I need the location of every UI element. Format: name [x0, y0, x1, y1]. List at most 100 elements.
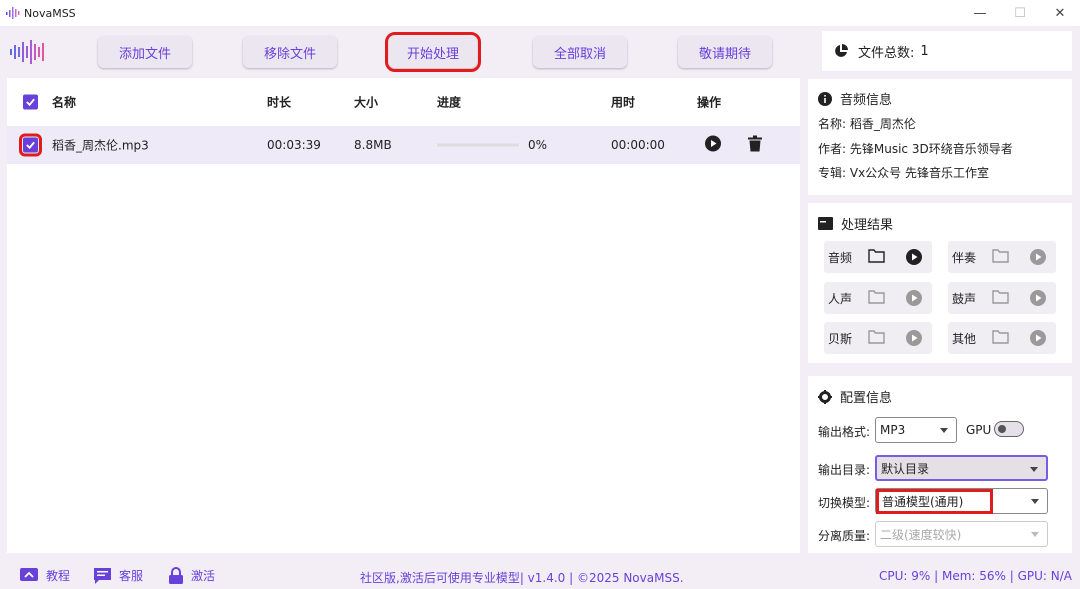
coming-soon-button[interactable]: 敬请期待 — [678, 36, 772, 68]
result-item: 其他 — [948, 322, 1056, 354]
result-item: 贝斯 — [824, 322, 932, 354]
file-name: 稻香_周杰伦.mp3 — [52, 138, 149, 153]
table-row[interactable]: 稻香_周杰伦.mp3 00:03:39 8.8MB 0% 00:00:00 — [7, 126, 800, 164]
results-title: 处理结果 — [818, 214, 893, 233]
chevron-down-icon — [1031, 499, 1039, 504]
title-bar: NovaMSS — ☐ ✕ — [0, 0, 1080, 26]
audio-name: 名称: 稻香_周杰伦 — [818, 117, 916, 131]
app-title: NovaMSS — [24, 6, 76, 20]
start-processing-button[interactable]: 开始处理 — [385, 32, 481, 72]
table-header: 名称 时长 大小 进度 用时 操作 — [7, 78, 800, 126]
chevron-down-icon — [1030, 467, 1038, 472]
delete-button[interactable] — [748, 135, 762, 155]
config-card: 配置信息 输出格式: MP3 GPU 输出目录: 默认目录 切换模型: 普通模型… — [808, 376, 1072, 553]
close-button[interactable]: ✕ — [1040, 0, 1080, 26]
format-label: 输出格式: — [818, 425, 871, 439]
folder-result-icon — [818, 217, 833, 230]
chat-icon — [94, 567, 111, 584]
quality-label: 分离质量: — [818, 529, 871, 543]
file-size: 8.8MB — [354, 138, 392, 152]
result-item: 鼓声 — [948, 282, 1056, 314]
header-elapsed: 用时 — [611, 95, 636, 110]
play-icon — [906, 330, 922, 346]
result-item: 伴奏 — [948, 241, 1056, 273]
model-select[interactable]: 普通模型(通用) — [875, 488, 1048, 514]
result-label: 贝斯 — [828, 331, 853, 346]
audio-album: 专辑: Vx公众号 先锋音乐工作室 — [818, 166, 989, 180]
file-count-value: 1 — [920, 43, 929, 59]
progress-text: 0% — [528, 138, 548, 152]
play-icon — [906, 249, 922, 265]
folder-icon — [868, 330, 885, 344]
file-duration: 00:03:39 — [267, 138, 321, 152]
folder-icon — [868, 249, 885, 263]
gpu-label: GPU — [966, 423, 992, 437]
play-icon — [1030, 249, 1046, 265]
header-actions: 操作 — [697, 95, 722, 110]
chevron-down-icon — [1031, 532, 1039, 537]
tutorial-link[interactable]: 教程 — [20, 567, 70, 584]
folder-icon — [992, 330, 1009, 344]
header-duration: 时长 — [267, 95, 292, 110]
audio-info-card: 音频信息 名称: 稻香_周杰伦 作者: 先锋Music 3D环绕音乐领导者 专辑… — [808, 79, 1072, 195]
add-files-button[interactable]: 添加文件 — [98, 36, 192, 68]
file-list: 名称 时长 大小 进度 用时 操作 稻香_周杰伦.mp3 00:03:39 8.… — [7, 78, 800, 553]
audio-author: 作者: 先锋Music 3D环绕音乐领导者 — [818, 142, 1013, 156]
result-label: 其他 — [952, 331, 977, 346]
activate-link[interactable]: 激活 — [169, 567, 215, 584]
progress-bar — [437, 143, 519, 147]
info-icon — [818, 91, 832, 106]
outdir-label: 输出目录: — [818, 463, 871, 477]
status-bar: 教程 客服 激活 社区版,激活后可使用专业模型| v1.4.0 | ©2025 … — [0, 562, 1080, 589]
window-controls: — ☐ ✕ — [960, 0, 1080, 26]
file-count-card: 文件总数: 1 — [822, 31, 1072, 71]
result-item: 音频 — [824, 241, 932, 273]
cancel-all-button[interactable]: 全部取消 — [533, 36, 627, 68]
result-item: 人声 — [824, 282, 932, 314]
row-checkbox[interactable] — [19, 133, 42, 157]
maximize-button[interactable]: ☐ — [1000, 0, 1040, 26]
play-icon — [705, 135, 721, 152]
header-size: 大小 — [354, 95, 379, 110]
tutorial-icon — [20, 568, 38, 581]
folder-icon — [992, 290, 1009, 304]
play-button[interactable] — [704, 135, 722, 156]
checkmark-icon — [26, 141, 35, 150]
gear-icon — [818, 389, 832, 404]
play-icon — [1030, 330, 1046, 346]
outdir-select[interactable]: 默认目录 — [875, 455, 1048, 481]
gpu-toggle[interactable] — [994, 421, 1024, 437]
play-icon — [1030, 290, 1046, 306]
audio-info-title: 音频信息 — [818, 89, 892, 108]
chevron-down-icon — [940, 428, 948, 433]
pie-chart-icon — [835, 44, 848, 57]
version-status: 社区版,激活后可使用专业模型| v1.4.0 | ©2025 NovaMSS. — [360, 571, 684, 585]
select-all-checkbox[interactable] — [23, 94, 38, 110]
file-count-label: 文件总数: — [858, 45, 915, 61]
minimize-button[interactable]: — — [960, 0, 1000, 26]
result-label: 鼓声 — [952, 291, 977, 306]
result-label: 人声 — [828, 291, 853, 306]
app-logo-icon — [6, 7, 20, 19]
lock-icon — [169, 567, 183, 584]
play-icon — [906, 290, 922, 306]
folder-icon — [992, 249, 1009, 263]
model-label: 切换模型: — [818, 496, 871, 510]
result-label: 伴奏 — [952, 250, 977, 265]
format-select[interactable]: MP3 — [875, 417, 957, 443]
quality-select[interactable]: 二级(速度较快) — [875, 521, 1048, 547]
trash-icon — [748, 135, 762, 152]
folder-icon — [868, 290, 885, 304]
header-name: 名称 — [52, 95, 77, 110]
support-link[interactable]: 客服 — [94, 567, 143, 584]
results-card: 处理结果 音频 伴奏 人声 鼓声 贝斯 其他 — [808, 203, 1072, 363]
file-elapsed: 00:00:00 — [611, 138, 665, 152]
remove-files-button[interactable]: 移除文件 — [243, 36, 337, 68]
result-label: 音频 — [828, 250, 853, 265]
system-status: CPU: 9% | Mem: 56% | GPU: N/A — [879, 569, 1072, 583]
waveform-logo-icon — [10, 40, 44, 64]
config-title: 配置信息 — [818, 387, 892, 406]
header-progress: 进度 — [437, 95, 462, 110]
checkmark-icon — [26, 98, 35, 107]
toolbar: 添加文件 移除文件 开始处理 全部取消 敬请期待 — [0, 26, 800, 76]
